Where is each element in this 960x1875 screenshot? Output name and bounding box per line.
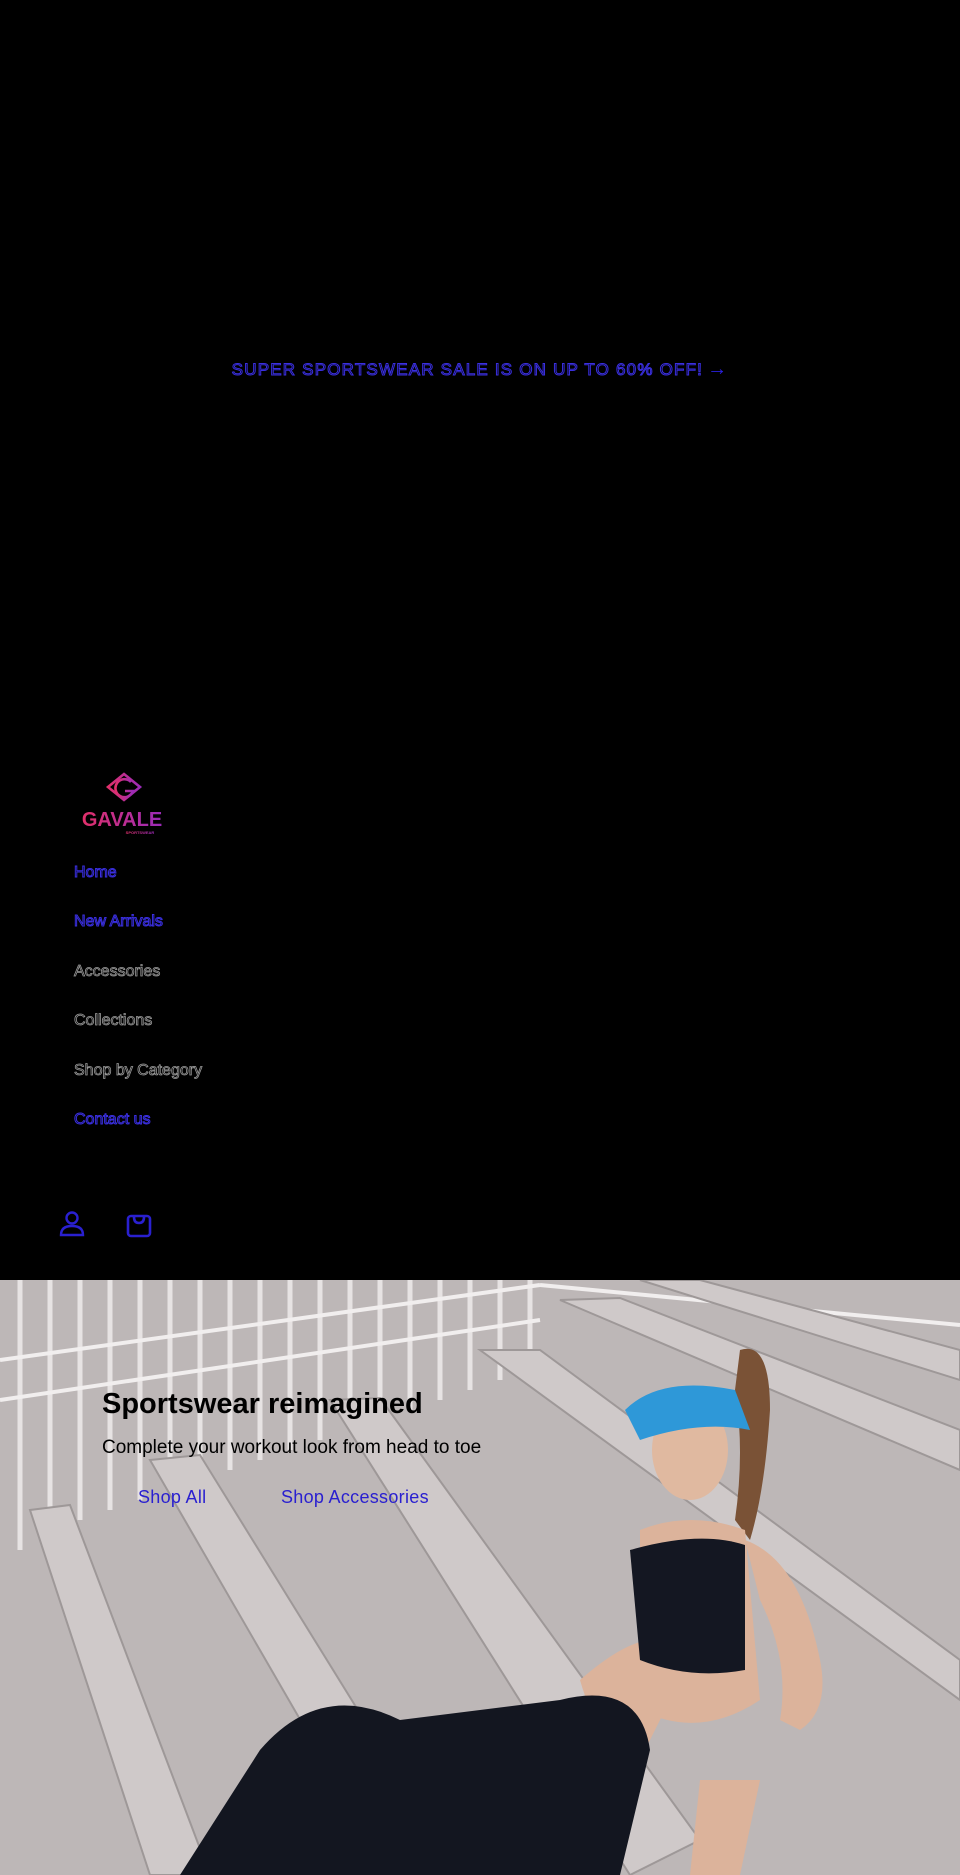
nav-item-home[interactable]: Home (74, 864, 118, 882)
announcement-bar: SUPER SPORTSWEAR SALE IS ON UP TO 60% OF… (0, 0, 960, 740)
hero-banner (0, 1280, 960, 1875)
nav-item-shop-by-category[interactable]: Shop by Category (74, 1062, 203, 1080)
cart-icon[interactable] (122, 1207, 156, 1241)
logo-subtext: SPORTSWEAR (126, 830, 155, 835)
hero-subtitle: Complete your workout look from head to … (102, 1437, 482, 1458)
site-logo[interactable]: GAVALE SPORTSWEAR (78, 770, 168, 840)
hero-title: Sportswear reimagined (102, 1388, 423, 1420)
shop-all-button[interactable]: Shop All (138, 1487, 206, 1508)
announcement-link[interactable]: SUPER SPORTSWEAR SALE IS ON UP TO 60% OF… (0, 358, 960, 381)
shop-accessories-button[interactable]: Shop Accessories (281, 1487, 429, 1508)
announcement-text: SUPER SPORTSWEAR SALE IS ON UP TO 60% OF… (231, 360, 704, 380)
logo-text: GAVALE (82, 809, 162, 831)
nav-item-accessories[interactable]: Accessories (74, 963, 161, 981)
arrow-right-icon: → (707, 358, 729, 380)
nav-item-new-arrivals[interactable]: New Arrivals (74, 913, 164, 931)
nav-item-collections[interactable]: Collections (74, 1012, 153, 1030)
hero-background-image (0, 1280, 960, 1875)
nav-item-contact-us[interactable]: Contact us (73, 1111, 150, 1129)
account-icon[interactable] (55, 1207, 89, 1241)
logo-mark: GAVALE SPORTSWEAR (82, 772, 162, 835)
